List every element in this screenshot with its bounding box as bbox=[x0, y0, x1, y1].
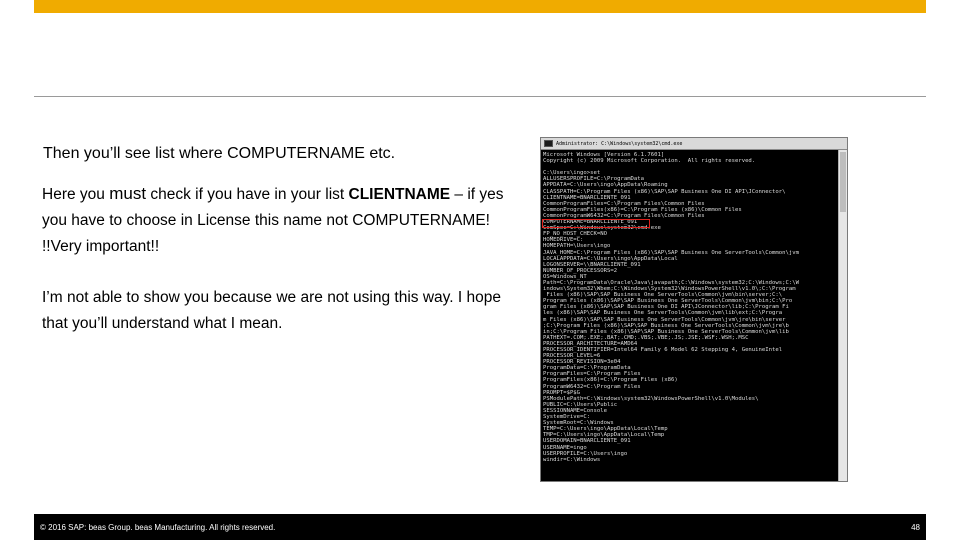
cmd-output-line: windir=C:\Windows bbox=[543, 456, 601, 463]
explanation-paragraph: I’m not able to show you because we are … bbox=[42, 289, 501, 332]
para1-text-1: Here you bbox=[42, 186, 110, 203]
cmd-title-text: Administrator: C:\Windows\system32\cmd.e… bbox=[556, 140, 683, 147]
cmd-scrollbar-thumb[interactable] bbox=[840, 152, 846, 212]
title-divider bbox=[34, 96, 926, 97]
cmd-output-line: JAVA_HOME=C:\Program Files (x86)\SAP\SAP… bbox=[543, 249, 799, 256]
instruction-paragraph: Here you must check if you have in your … bbox=[42, 181, 512, 260]
slide-heading: Then you’ll see list where COMPUTERNAME … bbox=[43, 145, 396, 162]
cmd-screenshot: Administrator: C:\Windows\system32\cmd.e… bbox=[540, 137, 848, 482]
para1-clientname: CLIENTNAME bbox=[348, 186, 451, 203]
page-number: 48 bbox=[911, 523, 920, 532]
footer-bar: © 2016 SAP: beas Group. beas Manufacturi… bbox=[34, 514, 926, 540]
top-accent-bar bbox=[34, 0, 926, 13]
cmd-title-bar: Administrator: C:\Windows\system32\cmd.e… bbox=[541, 138, 847, 150]
para1-emphasis: must bbox=[109, 184, 147, 203]
cmd-output-area: Microsoft Windows [Version 6.1.7601] Copy… bbox=[541, 150, 847, 481]
footer-copyright: © 2016 SAP: beas Group. beas Manufacturi… bbox=[40, 523, 276, 532]
cmd-scrollbar[interactable] bbox=[838, 150, 847, 481]
computername-highlight-box bbox=[542, 219, 650, 228]
cmd-output-lines: Microsoft Windows [Version 6.1.7601] Copy… bbox=[543, 152, 835, 463]
para1-text-2: check if you have in your list bbox=[146, 186, 349, 203]
cmd-window-icon bbox=[544, 140, 553, 147]
